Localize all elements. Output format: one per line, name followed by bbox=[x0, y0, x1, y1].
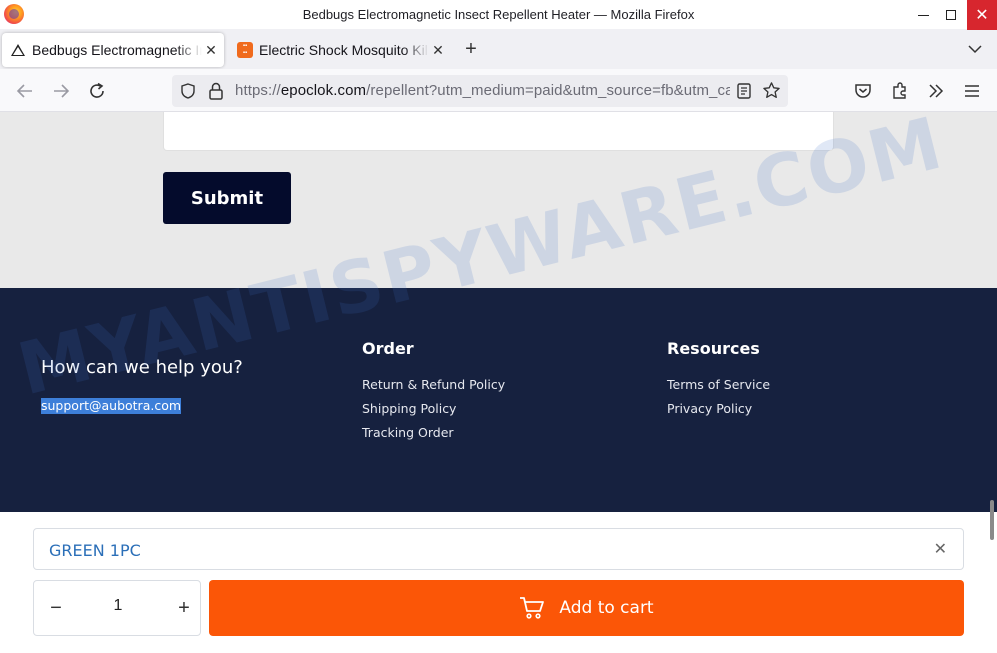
list-all-tabs-chevron-icon[interactable] bbox=[967, 41, 983, 57]
tab-strip: Bedbugs Electromagnetic Insect Repellent… bbox=[0, 30, 997, 69]
url-path: /repellent?utm_medium=paid&utm_source=fb… bbox=[366, 82, 730, 99]
quantity-value[interactable]: 1 bbox=[94, 597, 142, 615]
return-refund-policy-link[interactable]: Return & Refund Policy bbox=[362, 377, 505, 392]
back-arrow-icon[interactable] bbox=[14, 80, 36, 102]
minimize-icon bbox=[917, 14, 929, 16]
lock-icon[interactable] bbox=[207, 81, 225, 101]
quantity-increase-button[interactable]: + bbox=[172, 596, 196, 620]
pocket-icon[interactable] bbox=[852, 80, 874, 102]
tab-bedbugs[interactable]: Bedbugs Electromagnetic Insect Repellent… bbox=[2, 33, 224, 67]
order-column-title: Order bbox=[362, 339, 414, 358]
url-scheme: https:// bbox=[235, 82, 281, 99]
close-window-button[interactable]: ✕ bbox=[967, 0, 997, 30]
window-titlebar: Bedbugs Electromagnetic Insect Repellent… bbox=[0, 0, 997, 30]
variant-value: GREEN 1PC bbox=[49, 541, 141, 560]
terms-of-service-link[interactable]: Terms of Service bbox=[667, 377, 770, 392]
variant-select[interactable]: GREEN 1PC ✕ bbox=[33, 528, 964, 570]
message-textarea[interactable] bbox=[163, 112, 834, 151]
contact-form-section: Submit bbox=[0, 112, 997, 288]
web-page: Submit How can we help you? support@aubo… bbox=[0, 112, 997, 653]
tracking-order-link[interactable]: Tracking Order bbox=[362, 425, 454, 440]
resources-column-title: Resources bbox=[667, 339, 760, 358]
bookmark-star-icon[interactable] bbox=[762, 81, 781, 100]
privacy-policy-link[interactable]: Privacy Policy bbox=[667, 401, 752, 416]
address-bar[interactable]: https://epoclok.com/repellent?utm_medium… bbox=[172, 75, 788, 107]
forward-arrow-icon[interactable] bbox=[50, 80, 72, 102]
tab-close-icon[interactable]: ✕ bbox=[202, 42, 220, 59]
shipping-policy-link[interactable]: Shipping Policy bbox=[362, 401, 456, 416]
extensions-puzzle-icon[interactable] bbox=[889, 80, 911, 102]
quantity-decrease-button[interactable]: − bbox=[44, 596, 68, 620]
tab-mosquito-killer[interactable]: ▪▪ ▪▪ Electric Shock Mosquito Killer ✕ bbox=[229, 33, 449, 67]
cart-icon bbox=[520, 597, 545, 619]
submit-button[interactable]: Submit bbox=[163, 172, 291, 224]
reload-icon[interactable] bbox=[86, 80, 108, 102]
shop-favicon-icon: ▪▪ ▪▪ bbox=[237, 42, 253, 58]
support-email-link[interactable]: support@aubotra.com bbox=[41, 398, 182, 414]
close-icon: ✕ bbox=[975, 7, 989, 24]
add-to-cart-button[interactable]: Add to cart bbox=[209, 580, 964, 636]
window-title: Bedbugs Electromagnetic Insect Repellent… bbox=[302, 7, 695, 22]
url-host: epoclok.com bbox=[280, 82, 367, 99]
warning-triangle-icon bbox=[10, 42, 26, 58]
reader-view-icon[interactable] bbox=[736, 82, 752, 100]
more-tools-chevron-icon[interactable] bbox=[925, 80, 947, 102]
variant-clear-icon[interactable]: ✕ bbox=[934, 539, 947, 559]
tab-label: Electric Shock Mosquito Killer bbox=[259, 42, 429, 58]
tab-label: Bedbugs Electromagnetic Insect Repellent… bbox=[32, 42, 202, 58]
new-tab-button[interactable]: + bbox=[461, 38, 481, 61]
add-to-cart-label: Add to cart bbox=[559, 598, 654, 618]
url-text[interactable]: https://epoclok.com/repellent?utm_medium… bbox=[235, 82, 730, 99]
sticky-cart-bar: GREEN 1PC ✕ − 1 + Add to cart bbox=[0, 512, 997, 653]
page-scrollbar-thumb[interactable] bbox=[990, 500, 994, 540]
site-footer: How can we help you? support@aubotra.com… bbox=[0, 288, 997, 512]
maximize-button[interactable] bbox=[935, 0, 967, 30]
quantity-stepper: − 1 + bbox=[33, 580, 201, 636]
tab-close-icon[interactable]: ✕ bbox=[429, 42, 447, 59]
tracking-shield-icon[interactable] bbox=[179, 82, 197, 100]
hamburger-menu-icon[interactable] bbox=[961, 80, 983, 102]
help-heading: How can we help you? bbox=[41, 357, 243, 378]
maximize-icon bbox=[946, 10, 956, 20]
